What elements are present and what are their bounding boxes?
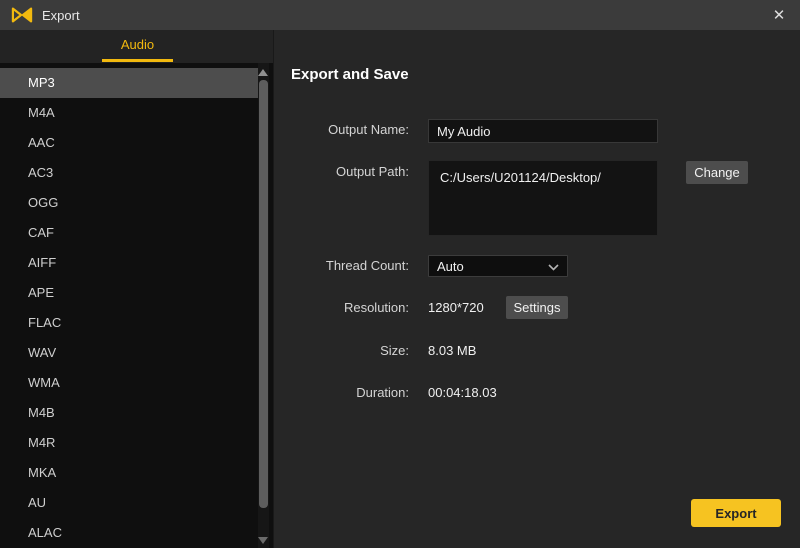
format-item-ogg[interactable]: OGG bbox=[0, 188, 258, 218]
format-item-aiff[interactable]: AIFF bbox=[0, 248, 258, 278]
format-list: MP3 M4A AAC AC3 OGG CAF AIFF APE FLAC WAV WMA M4B M4… bbox=[0, 63, 273, 548]
resolution-label: Resolution: bbox=[343, 300, 409, 315]
scroll-down-icon[interactable] bbox=[258, 537, 268, 544]
format-item-au[interactable]: AU bbox=[0, 488, 258, 518]
thread-count-label: Thread Count: bbox=[325, 258, 409, 273]
titlebar: Export ✕ bbox=[0, 0, 800, 30]
size-label: Size: bbox=[380, 343, 409, 358]
thread-count-value: Auto bbox=[437, 258, 464, 274]
output-path-label: Output Path: bbox=[336, 164, 409, 179]
export-button[interactable]: Export bbox=[691, 499, 781, 527]
format-item-alac[interactable]: ALAC bbox=[0, 518, 258, 548]
duration-label: Duration: bbox=[356, 385, 409, 400]
output-name-input[interactable] bbox=[428, 119, 658, 143]
format-item-mp3[interactable]: MP3 bbox=[0, 68, 258, 98]
output-path-box: C:/Users/U201124/Desktop/ bbox=[428, 160, 658, 236]
settings-button[interactable]: Settings bbox=[506, 296, 568, 319]
format-item-ac3[interactable]: AC3 bbox=[0, 158, 258, 188]
format-item-ape[interactable]: APE bbox=[0, 278, 258, 308]
app-logo-icon bbox=[10, 5, 34, 25]
format-item-flac[interactable]: FLAC bbox=[0, 308, 258, 338]
format-item-mka[interactable]: MKA bbox=[0, 458, 258, 488]
thread-count-dropdown[interactable]: Auto bbox=[428, 255, 568, 277]
format-item-wav[interactable]: WAV bbox=[0, 338, 258, 368]
sidebar: Audio MP3 M4A AAC AC3 OGG CAF AIFF APE FLAC WAV WM… bbox=[0, 30, 273, 548]
format-item-aac[interactable]: AAC bbox=[0, 128, 258, 158]
scrollbar-thumb[interactable] bbox=[259, 80, 268, 508]
output-name-label: Output Name: bbox=[328, 122, 409, 137]
format-item-m4r[interactable]: M4R bbox=[0, 428, 258, 458]
tab-audio[interactable]: Audio bbox=[102, 37, 173, 52]
page-title: Export and Save bbox=[291, 66, 409, 83]
tab-underline bbox=[102, 59, 173, 62]
format-item-m4a[interactable]: M4A bbox=[0, 98, 258, 128]
resolution-value: 1280*720 bbox=[428, 300, 484, 315]
chevron-down-icon bbox=[548, 259, 559, 274]
format-item-caf[interactable]: CAF bbox=[0, 218, 258, 248]
format-item-m4b[interactable]: M4B bbox=[0, 398, 258, 428]
duration-value: 00:04:18.03 bbox=[428, 385, 497, 400]
tab-header: Audio bbox=[0, 30, 273, 63]
scroll-up-icon[interactable] bbox=[258, 69, 268, 76]
change-button[interactable]: Change bbox=[686, 161, 748, 184]
close-button[interactable]: ✕ bbox=[758, 0, 800, 30]
export-panel: Export and Save Output Name: Output Path… bbox=[273, 30, 800, 548]
window-title: Export bbox=[42, 7, 80, 23]
format-item-wma[interactable]: WMA bbox=[0, 368, 258, 398]
close-icon: ✕ bbox=[772, 7, 786, 24]
scrollbar[interactable] bbox=[258, 63, 269, 548]
size-value: 8.03 MB bbox=[428, 343, 477, 358]
